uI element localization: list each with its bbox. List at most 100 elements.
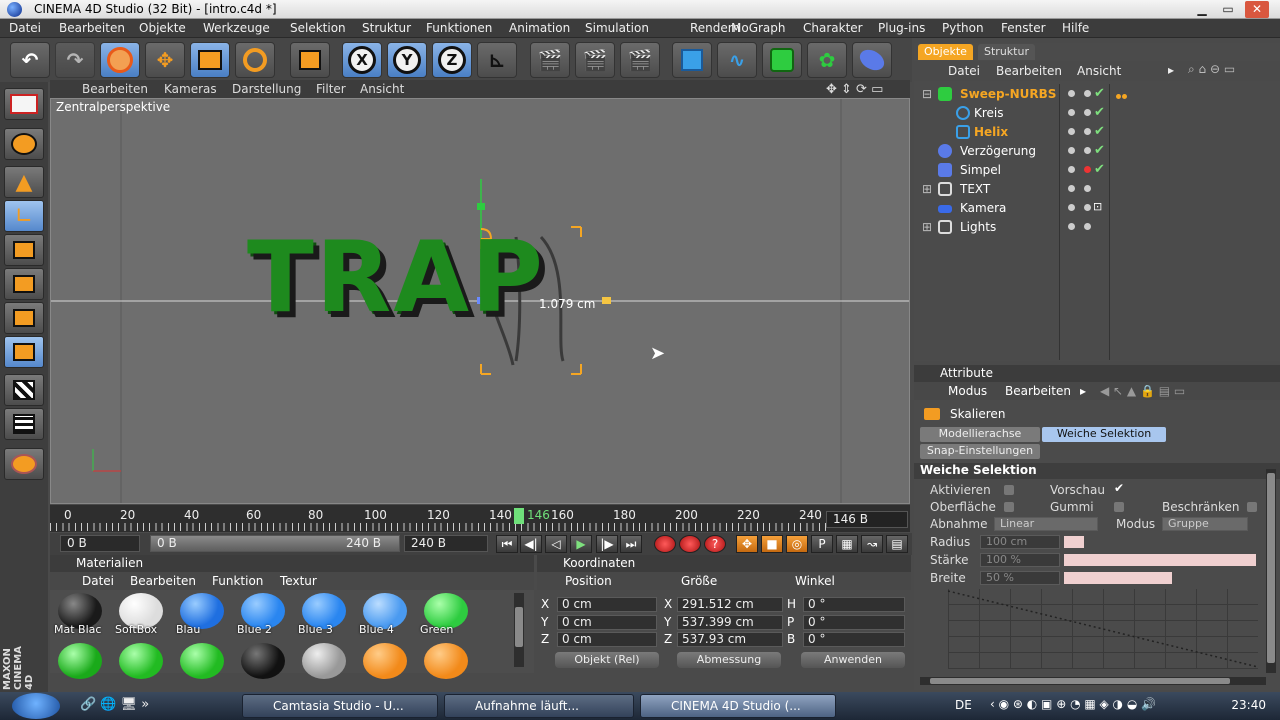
materials-scrollbar[interactable] xyxy=(514,593,524,667)
tab-structure[interactable]: Struktur xyxy=(978,44,1035,60)
editor-visibility-dot[interactable] xyxy=(1068,166,1075,173)
vp-menu-filter[interactable]: Filter xyxy=(316,82,346,96)
editor-visibility-dot[interactable] xyxy=(1068,90,1075,97)
object-row-verzoegerung[interactable]: Verzögerung xyxy=(920,142,1060,160)
live-selection-button[interactable] xyxy=(100,42,140,78)
strength-slider[interactable] xyxy=(1064,554,1256,566)
material-row2-7[interactable] xyxy=(418,643,474,688)
visibility-toggles[interactable]: ✔ xyxy=(1062,161,1110,179)
visibility-toggles[interactable] xyxy=(1062,218,1110,236)
key-parameter-button[interactable]: P xyxy=(811,535,833,553)
timeline-ruler[interactable]: 0 20 40 60 80 100 120 140 160 180 200 22… xyxy=(50,505,910,532)
vp-menu-bearbeiten[interactable]: Bearbeiten xyxy=(82,82,148,96)
obj-menu-datei[interactable]: Datei xyxy=(948,64,980,78)
apply-button[interactable]: Anwenden xyxy=(801,652,905,668)
menu-werkzeuge[interactable]: Werkzeuge xyxy=(203,21,270,35)
object-row-sweep-nurbs[interactable]: ⊟ Sweep-NURBS xyxy=(920,85,1060,103)
render-visibility-dot[interactable] xyxy=(1084,128,1091,135)
sweep-tag-icon[interactable] xyxy=(1116,88,1130,100)
restrict-checkbox[interactable] xyxy=(1247,502,1257,512)
camera-target-icon[interactable]: ⊡ xyxy=(1093,200,1102,213)
expand-icon[interactable]: ⊟ xyxy=(922,87,932,101)
enabled-check-icon[interactable]: ✔ xyxy=(1094,86,1105,101)
material-mat-black[interactable]: Mat Blac xyxy=(52,593,108,638)
material-blau[interactable]: Blau xyxy=(174,593,230,638)
texture-mode-button[interactable] xyxy=(4,374,44,406)
enabled-check-icon[interactable]: ✔ xyxy=(1094,124,1105,139)
current-frame-field[interactable]: 146 B xyxy=(826,511,908,528)
editor-visibility-dot[interactable] xyxy=(1068,109,1075,116)
attributes-h-scrollbar[interactable] xyxy=(920,677,1266,685)
editor-visibility-dot[interactable] xyxy=(1068,128,1075,135)
menu-charakter[interactable]: Charakter xyxy=(803,21,863,35)
size-y-field[interactable]: 537.399 cm xyxy=(677,615,783,630)
editor-visibility-dot[interactable] xyxy=(1068,185,1075,192)
previous-key-button[interactable]: ◀| xyxy=(520,535,542,553)
menu-datei[interactable]: Datei xyxy=(9,21,41,35)
visibility-toggles[interactable]: ✔ xyxy=(1062,123,1110,141)
deformer-button[interactable] xyxy=(852,42,892,78)
playhead[interactable] xyxy=(514,508,524,524)
object-mode-button[interactable] xyxy=(4,128,44,160)
interpolation-button[interactable]: ↝ xyxy=(861,535,883,553)
menu-fenster[interactable]: Fenster xyxy=(1001,21,1046,35)
enabled-check-icon[interactable]: ✔ xyxy=(1094,143,1105,158)
material-blue-4[interactable]: Blue 4 xyxy=(357,593,413,638)
menu-animation[interactable]: Animation xyxy=(509,21,570,35)
play-button[interactable]: ▶ xyxy=(570,535,592,553)
visibility-toggles[interactable]: ✔ xyxy=(1062,142,1110,160)
attributes-scroll-thumb[interactable] xyxy=(1267,473,1275,663)
object-row-simpel[interactable]: Simpel xyxy=(920,161,1060,179)
angle-b-field[interactable]: 0 ° xyxy=(803,632,905,647)
key-pla-button[interactable]: ▦ xyxy=(836,535,858,553)
position-x-field[interactable]: 0 cm xyxy=(557,597,657,612)
preview-checkbox[interactable]: ✔ xyxy=(1114,481,1124,495)
material-row2-5[interactable] xyxy=(296,643,352,688)
object-relative-dropdown[interactable]: Objekt (Rel) xyxy=(555,652,659,668)
material-row2-6[interactable] xyxy=(357,643,413,688)
materials-scroll-thumb[interactable] xyxy=(515,607,523,647)
vp-menu-ansicht[interactable]: Ansicht xyxy=(360,82,404,96)
mat-menu-textur[interactable]: Textur xyxy=(280,574,317,588)
cube-primitive-button[interactable] xyxy=(672,42,712,78)
object-row-helix[interactable]: Helix xyxy=(920,123,1060,141)
object-row-kreis[interactable]: Kreis xyxy=(920,104,1060,122)
render-visibility-dot[interactable] xyxy=(1084,147,1091,154)
menu-objekte[interactable]: Objekte xyxy=(139,21,186,35)
render-view-button[interactable]: 🎬 xyxy=(530,42,570,78)
radius-field[interactable]: 100 cm xyxy=(980,535,1060,549)
maximize-button[interactable]: ▭ xyxy=(1216,1,1240,18)
mat-menu-funktion[interactable]: Funktion xyxy=(212,574,263,588)
menu-hilfe[interactable]: Hilfe xyxy=(1062,21,1089,35)
nurbs-button[interactable] xyxy=(762,42,802,78)
menu-bearbeiten[interactable]: Bearbeiten xyxy=(59,21,125,35)
previous-frame-button[interactable]: ◁ xyxy=(545,535,567,553)
obj-menu-ansicht[interactable]: Ansicht xyxy=(1077,64,1121,78)
enabled-check-icon[interactable]: ✔ xyxy=(1094,162,1105,177)
vp-menu-kameras[interactable]: Kameras xyxy=(164,82,217,96)
visibility-toggles[interactable]: ✔ xyxy=(1062,85,1110,103)
render-visibility-dot[interactable] xyxy=(1084,109,1091,116)
strength-field[interactable]: 100 % xyxy=(980,553,1060,567)
expand-icon[interactable]: ⊞ xyxy=(922,220,932,234)
auto-key-button[interactable] xyxy=(679,535,701,553)
tab-soft-selection[interactable]: Weiche Selektion xyxy=(1042,427,1166,442)
last-tool-button[interactable] xyxy=(290,42,330,78)
menu-mograph[interactable]: MoGraph xyxy=(731,21,786,35)
taskbar-recording[interactable]: Aufnahme läuft... xyxy=(444,694,634,718)
attr-menu-bearbeiten[interactable]: Bearbeiten xyxy=(1005,384,1071,398)
render-visibility-dot[interactable] xyxy=(1084,204,1091,211)
falloff-curve-graph[interactable] xyxy=(948,589,1258,669)
size-z-field[interactable]: 537.93 cm xyxy=(677,632,783,647)
menu-simulation[interactable]: Simulation xyxy=(585,21,649,35)
model-mode-button[interactable]: ▲ xyxy=(4,166,44,198)
menu-python[interactable]: Python xyxy=(942,21,984,35)
mat-menu-bearbeiten[interactable]: Bearbeiten xyxy=(130,574,196,588)
material-softbox[interactable]: SoftBox xyxy=(113,593,169,638)
start-frame-field[interactable]: 0 B xyxy=(60,535,140,552)
points-mode-button[interactable] xyxy=(4,234,44,266)
editor-visibility-dot[interactable] xyxy=(1068,147,1075,154)
visibility-toggles[interactable] xyxy=(1062,180,1110,198)
menu-struktur[interactable]: Struktur xyxy=(362,21,411,35)
start-button[interactable] xyxy=(12,693,60,719)
